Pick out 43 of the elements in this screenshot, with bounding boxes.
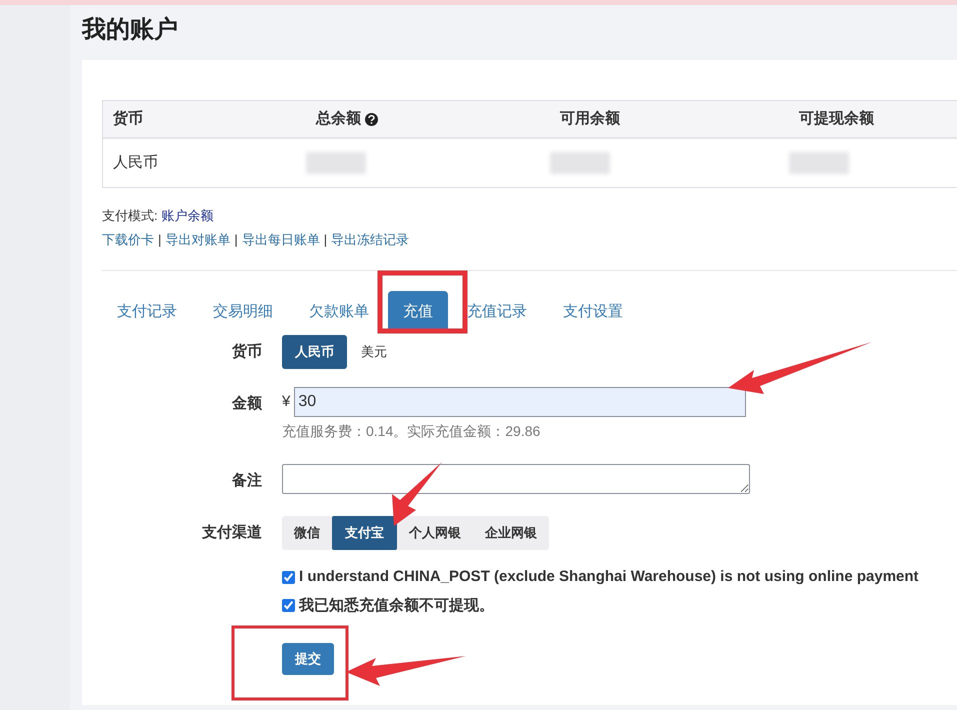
export-link[interactable]: 导出对账单 — [165, 230, 230, 250]
column-header: 可用余额 — [560, 108, 620, 129]
tab[interactable]: 欠款账单 — [292, 291, 386, 333]
separator: | — [157, 231, 162, 249]
column-header: 货币 — [113, 108, 143, 129]
export-link[interactable]: 下载价卡 — [102, 230, 154, 250]
checkbox[interactable] — [282, 570, 295, 584]
payment-channel-option[interactable]: 微信 — [282, 516, 332, 550]
note-input[interactable] — [282, 464, 750, 494]
amount-input[interactable]: 30 — [294, 387, 746, 417]
currency-option[interactable]: 美元 — [349, 335, 399, 369]
payment-mode-label: 支付模式: — [102, 208, 158, 223]
table-cell: 人民币 — [113, 154, 158, 171]
field-label: 备注 — [232, 472, 262, 489]
blurred-value — [306, 152, 366, 174]
field-label: 货币 — [232, 343, 262, 360]
payment-channel-option[interactable]: 支付宝 — [332, 516, 397, 550]
separator: | — [233, 231, 239, 249]
payment-channel-option[interactable]: 企业网银 — [473, 516, 549, 550]
agreement-text: I understand CHINA_POST (exclude Shanghai Warehouse) is not using online payment — [299, 567, 919, 587]
submit-button[interactable]: 提交 — [282, 643, 334, 675]
export-link[interactable]: 导出冻结记录 — [331, 230, 410, 250]
payment-mode-link[interactable]: 账户余额 — [161, 208, 214, 223]
currency-symbol: ¥ — [282, 392, 290, 412]
tab[interactable]: 支付设置 — [546, 291, 640, 333]
export-link[interactable]: 导出每日账单 — [242, 230, 320, 250]
page-title: 我的账户 — [82, 15, 179, 45]
blurred-value — [550, 152, 610, 174]
help-icon[interactable] — [365, 112, 378, 126]
tab[interactable]: 支付记录 — [100, 291, 194, 333]
agreement-text: 我已知悉充值余额不可提现。 — [299, 596, 494, 616]
tab[interactable]: 交易明细 — [196, 291, 290, 333]
column-header: 总余额 — [316, 108, 361, 129]
tab[interactable]: 充值记录 — [450, 291, 544, 333]
payment-channel-option[interactable]: 个人网银 — [397, 516, 473, 550]
fee-hint: 充值服务费：0.14。实际充值金额：29.86 — [282, 422, 542, 441]
currency-option[interactable]: 人民币 — [282, 335, 347, 369]
separator: | — [322, 231, 328, 249]
column-header: 可提现余额 — [799, 108, 874, 129]
field-label: 支付渠道 — [202, 524, 262, 541]
checkbox[interactable] — [282, 599, 295, 612]
field-label: 金额 — [232, 395, 262, 412]
blurred-value — [789, 152, 849, 174]
